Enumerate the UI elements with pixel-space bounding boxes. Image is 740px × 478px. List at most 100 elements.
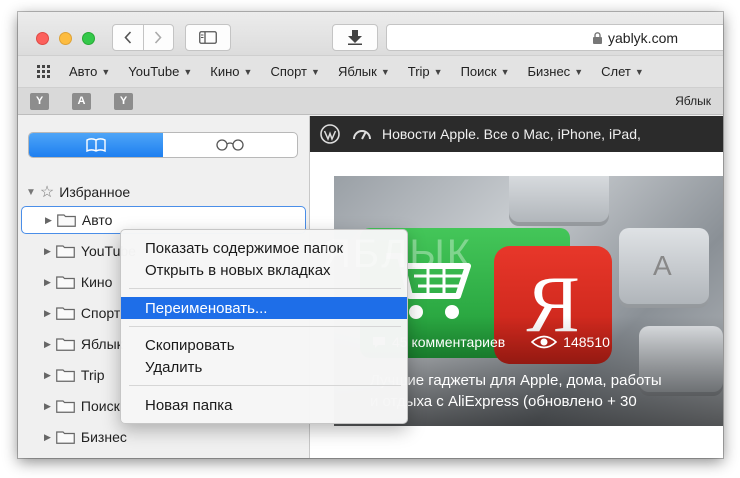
folder-icon <box>56 245 75 258</box>
disclosure-right-icon[interactable]: ▶ <box>45 215 52 226</box>
menu-item-rename[interactable]: Переименовать... <box>121 297 407 319</box>
wp-admin-bar: Новости Apple. Все о Mac, iPhone, iPad, <box>310 116 723 152</box>
forward-button[interactable] <box>142 25 173 50</box>
folder-label: Яблык <box>80 336 123 352</box>
chevron-down-icon: ▼ <box>311 66 320 77</box>
menu-separator <box>129 288 401 289</box>
tab-reading-list[interactable] <box>163 133 297 157</box>
disclosure-down-icon[interactable]: ▼ <box>26 187 36 198</box>
zoom-button[interactable] <box>82 32 95 45</box>
tab-bookmarks[interactable] <box>29 133 163 157</box>
disclosure-right-icon[interactable]: ▶ <box>44 401 51 412</box>
sidebar-folder-business[interactable]: ▶ Бизнес <box>44 425 127 449</box>
chevron-down-icon: ▼ <box>433 66 443 77</box>
favorites-label: Избранное <box>59 184 131 200</box>
favorites-bar: Авто ▼ YouTube ▼ Кино ▼ Спорт ▼ Яблык ▼ Trip ▼… <box>18 55 723 88</box>
chevron-right-icon <box>155 31 163 44</box>
glasses-icon <box>216 139 244 151</box>
chevron-down-icon: ▼ <box>101 66 111 77</box>
menu-separator <box>129 326 401 327</box>
fav-item-youtube[interactable]: YouTube ▼ <box>128 64 192 79</box>
folder-label: Trip <box>80 367 105 383</box>
back-button[interactable] <box>113 25 143 50</box>
toolbar: yablyk.com <box>18 12 723 55</box>
eye-icon <box>531 335 558 349</box>
chevron-left-icon <box>124 31 132 44</box>
safari-window: yablyk.com Авто ▼ YouTube ▼ Кино ▼ Спорт ▼ Я… <box>18 12 723 458</box>
star-icon: ☆ <box>39 184 55 201</box>
fav-item-sport[interactable]: Спорт ▼ <box>270 64 319 79</box>
book-icon <box>86 138 106 152</box>
folder-label: Поиск <box>80 398 120 414</box>
menu-item-delete[interactable]: Удалить <box>121 356 407 378</box>
keyboard-key: A <box>619 228 709 308</box>
downloads-button[interactable] <box>332 24 378 51</box>
pinned-tab-y-icon[interactable]: Y <box>30 92 49 110</box>
keyboard-key <box>509 176 609 226</box>
menu-item-new-folder[interactable]: Новая папка <box>121 394 407 416</box>
folder-icon <box>57 214 76 227</box>
address-bar[interactable]: yablyk.com <box>386 24 723 51</box>
download-icon <box>348 30 362 45</box>
fav-item-trip[interactable]: Trip ▼ <box>408 64 443 79</box>
disclosure-right-icon[interactable]: ▶ <box>44 432 51 443</box>
chevron-down-icon: ▼ <box>500 66 510 77</box>
sidebar-folder-yablyk[interactable]: ▶ Яблык <box>44 332 123 356</box>
fav-item-search[interactable]: Поиск ▼ <box>461 64 510 79</box>
address-text: yablyk.com <box>608 29 679 46</box>
close-button[interactable] <box>36 32 49 45</box>
folder-icon <box>56 369 75 382</box>
folder-icon <box>56 400 75 413</box>
folder-icon <box>56 307 75 320</box>
sidebar-segmented-control <box>28 132 298 158</box>
folder-label: Спорт <box>80 305 121 321</box>
fav-item-yablyk[interactable]: Яблык ▼ <box>338 64 390 79</box>
pinned-tab-a-icon[interactable]: A <box>72 92 91 110</box>
folder-icon <box>56 431 75 444</box>
context-menu: Показать содержимое папок Открыть в новы… <box>120 229 408 424</box>
fav-item-kino[interactable]: Кино ▼ <box>210 64 252 79</box>
disclosure-right-icon[interactable]: ▶ <box>44 277 51 288</box>
folder-label: Авто <box>81 212 113 228</box>
chevron-down-icon: ▼ <box>574 66 584 77</box>
folder-label: Кино <box>80 274 113 290</box>
chevron-down-icon: ▼ <box>634 66 644 77</box>
sidebar-folder-search[interactable]: ▶ Поиск <box>44 394 120 418</box>
top-sites-grid-icon[interactable] <box>37 65 50 78</box>
menu-item-copy[interactable]: Скопировать <box>121 334 407 356</box>
fav-item-slet[interactable]: Слет ▼ <box>601 64 644 79</box>
chevron-down-icon: ▼ <box>380 66 390 77</box>
lock-icon <box>593 31 602 44</box>
folder-label: Бизнес <box>80 429 127 445</box>
fav-item-business[interactable]: Бизнес ▼ <box>528 64 584 79</box>
sidebar-folder-trip[interactable]: ▶ Trip <box>44 363 105 387</box>
chevron-down-icon: ▼ <box>243 66 253 77</box>
chevron-down-icon: ▼ <box>183 66 193 77</box>
show-sidebar-button[interactable] <box>185 24 231 51</box>
sidebar-icon <box>199 31 217 44</box>
sidebar-folder-sport[interactable]: ▶ Спорт <box>44 301 120 325</box>
minimize-button[interactable] <box>59 32 72 45</box>
disclosure-right-icon[interactable]: ▶ <box>44 246 51 257</box>
disclosure-right-icon[interactable]: ▶ <box>44 339 51 350</box>
folder-icon <box>56 338 75 351</box>
article-headline[interactable]: Лучшие гаджеты для Apple, дома, работы и… <box>370 370 720 412</box>
active-tab-title[interactable]: Яблык <box>675 94 711 108</box>
folder-icon <box>56 276 75 289</box>
key-a-letter: A <box>653 250 672 281</box>
dashboard-icon[interactable] <box>352 125 372 143</box>
site-title-link[interactable]: Новости Apple. Все о Mac, iPhone, iPad, <box>382 126 641 142</box>
navigation-buttons <box>112 24 174 51</box>
wordpress-icon[interactable] <box>320 124 340 144</box>
disclosure-right-icon[interactable]: ▶ <box>44 370 51 381</box>
disclosure-right-icon[interactable]: ▶ <box>44 308 51 319</box>
view-count: 148510 <box>563 334 610 350</box>
pinned-tab-y-icon[interactable]: Y <box>114 92 133 110</box>
menu-item-open-in-tabs[interactable]: Открыть в новых вкладках <box>121 259 407 281</box>
fav-item-auto[interactable]: Авто ▼ <box>69 64 110 79</box>
favorites-group[interactable]: ▼ ☆ Избранное <box>26 182 130 202</box>
tab-strip: Y A Y Яблык <box>18 88 723 115</box>
sidebar-folder-kino[interactable]: ▶ Кино <box>44 270 112 294</box>
comment-count[interactable]: 45 комментариев <box>392 334 505 350</box>
menu-item-show-contents[interactable]: Показать содержимое папок <box>121 237 407 259</box>
